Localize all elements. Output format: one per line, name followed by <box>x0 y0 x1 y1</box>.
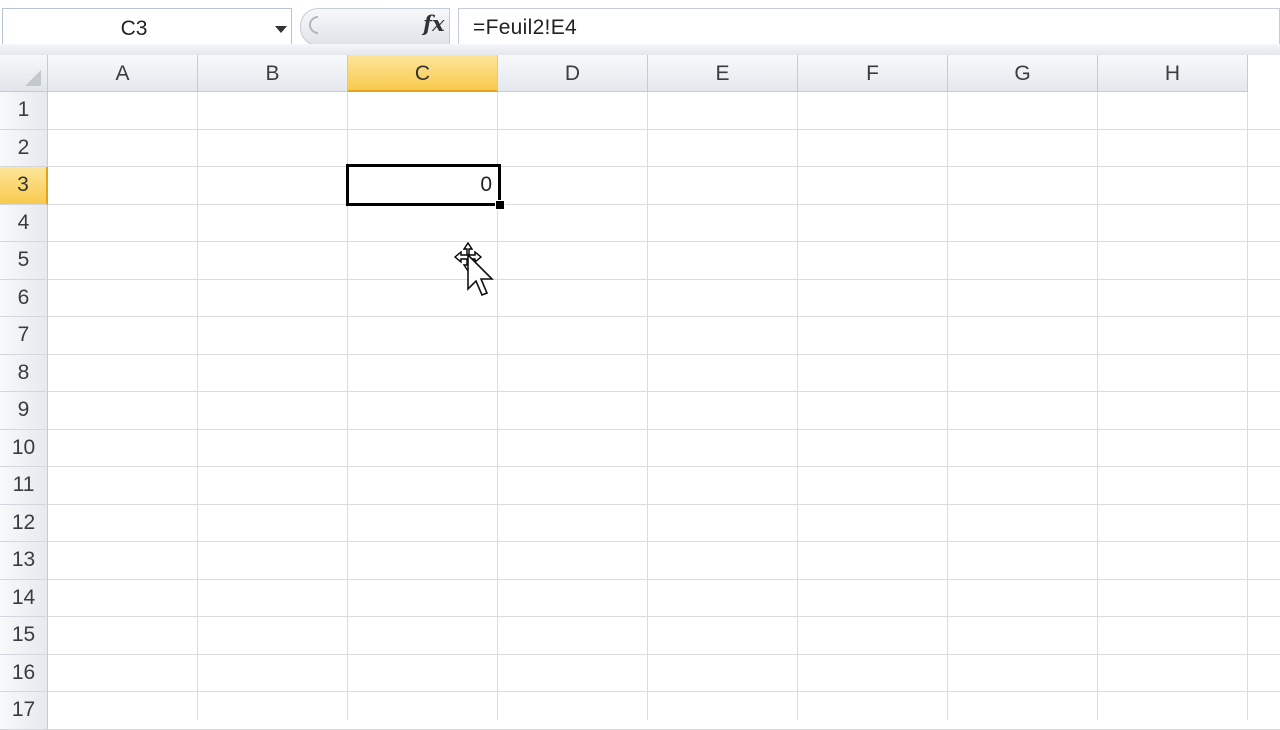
row-header-6[interactable]: 6 <box>0 279 48 317</box>
row-gridline <box>48 616 1280 617</box>
select-all-button[interactable] <box>0 55 48 92</box>
row-header-5[interactable]: 5 <box>0 242 48 280</box>
name-box[interactable]: C3 <box>2 8 292 46</box>
row-gridline <box>48 728 1280 730</box>
formula-text: =Feuil2!E4 <box>473 16 577 39</box>
row-header-12[interactable]: 12 <box>0 504 48 542</box>
column-gridline <box>1097 92 1098 720</box>
row-header-7[interactable]: 7 <box>0 317 48 355</box>
row-header-16[interactable]: 16 <box>0 654 48 692</box>
column-gridline <box>647 92 648 720</box>
active-cell-value: 0 <box>480 173 492 196</box>
move-cursor-icon <box>453 241 494 297</box>
row-gridline <box>48 241 1280 242</box>
column-header-f[interactable]: F <box>798 55 948 92</box>
fill-handle[interactable] <box>495 200 505 210</box>
column-gridline <box>1247 92 1248 720</box>
row-header-17[interactable]: 17 <box>0 692 48 730</box>
insert-function-icon[interactable]: fx <box>423 11 449 41</box>
row-gridline <box>48 166 1280 167</box>
row-header-14[interactable]: 14 <box>0 579 48 617</box>
active-cell[interactable]: 0 <box>346 164 501 206</box>
name-box-dropdown-icon[interactable] <box>275 26 287 33</box>
row-gridline <box>48 541 1280 542</box>
column-header-c[interactable]: C <box>348 55 498 92</box>
row-gridline <box>48 653 1280 655</box>
row-header-15[interactable]: 15 <box>0 617 48 655</box>
column-header-e[interactable]: E <box>648 55 798 92</box>
formula-input[interactable]: =Feuil2!E4 <box>458 8 1280 46</box>
select-all-icon <box>25 70 41 86</box>
row-gridline <box>48 428 1280 430</box>
row-header-1[interactable]: 1 <box>0 92 48 130</box>
row-header-13[interactable]: 13 <box>0 542 48 580</box>
row-header-4[interactable]: 4 <box>0 204 48 242</box>
column-header-a[interactable]: A <box>48 55 198 92</box>
grip-icon <box>305 12 331 38</box>
column-header-g[interactable]: G <box>948 55 1098 92</box>
row-gridline <box>48 353 1280 355</box>
name-box-value: C3 <box>120 17 148 40</box>
formula-bar: C3 fx =Feuil2!E4 <box>0 0 1280 56</box>
row-header-3[interactable]: 3 <box>0 167 48 205</box>
row-gridline <box>48 466 1280 467</box>
column-gridline <box>797 92 798 720</box>
row-gridline <box>48 316 1280 317</box>
row-gridline <box>48 203 1280 205</box>
column-header-d[interactable]: D <box>498 55 648 92</box>
column-gridline <box>947 92 948 720</box>
spreadsheet-grid[interactable]: ABCDEFGH 1 2 3 4 5 6 7 8 9 10 11 12 13 14 15 16 17 0 <box>0 55 1280 730</box>
row-header-11[interactable]: 11 <box>0 467 48 505</box>
row-header-10[interactable]: 10 <box>0 429 48 467</box>
row-header-9[interactable]: 9 <box>0 392 48 430</box>
column-gridline <box>197 92 198 720</box>
row-gridline <box>48 128 1280 130</box>
row-header-8[interactable]: 8 <box>0 354 48 392</box>
row-gridline <box>48 578 1280 580</box>
column-header-b[interactable]: B <box>198 55 348 92</box>
row-gridline <box>48 278 1280 280</box>
row-header-2[interactable]: 2 <box>0 129 48 167</box>
column-header-h[interactable]: H <box>1098 55 1248 92</box>
row-gridline <box>48 391 1280 392</box>
row-gridline <box>48 503 1280 505</box>
row-gridline <box>48 691 1280 692</box>
